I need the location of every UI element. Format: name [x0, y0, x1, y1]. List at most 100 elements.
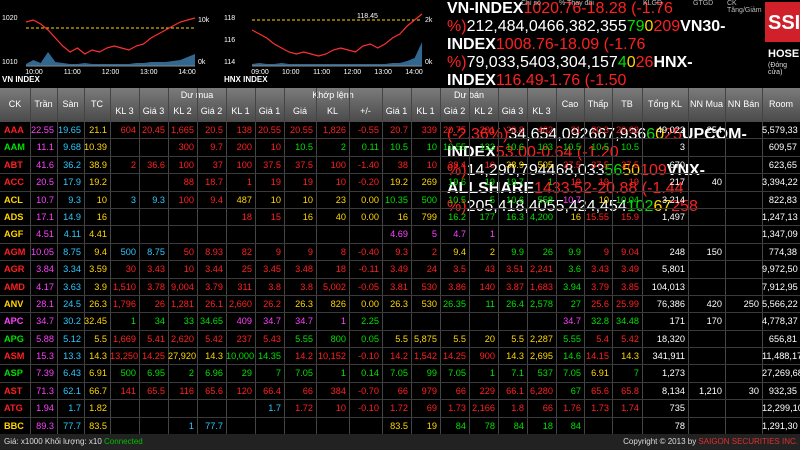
- vn-index-chart: 1020 1010 10k 0k 10:00 11:00 12:00 13:00 14:00 V…: [0, 8, 215, 84]
- cell-low: 6.91: [591, 368, 609, 379]
- cell-sell-price-2: 66: [455, 385, 466, 396]
- hdr-kl2-buy[interactable]: KL 2: [168, 106, 197, 116]
- table-row[interactable]: ACL 10.7 9.3 10 3 9.3 100 9.4 487 10 10 23 0.00 10.35…: [0, 192, 800, 209]
- cell-buy-price-2: 9.4: [210, 194, 223, 205]
- cell-sell-vol-3: 2,578: [530, 298, 553, 309]
- table-row[interactable]: ANV 28.1 24.5 26.3 1,796 26 1,281 26.1 2,660 26.2…: [0, 296, 800, 314]
- hdr-kl3-buy[interactable]: KL 3: [110, 106, 139, 116]
- cell-symbol[interactable]: AMD: [4, 279, 31, 296]
- cell-symbol[interactable]: ACC: [4, 174, 31, 191]
- hdr-nn-mua[interactable]: NN Mua: [688, 99, 725, 109]
- hdr-san[interactable]: Sàn: [57, 99, 84, 109]
- cell-match-vol: 10: [335, 177, 346, 188]
- cell-symbol[interactable]: ABT: [4, 157, 31, 174]
- cell-buy-vol-1: 100: [236, 159, 252, 170]
- cell-buy-price-1: 66.4: [263, 385, 281, 396]
- table-row[interactable]: AGF 4.51 4.11 4.41 4.69 5 4.7 1 1,347,09: [0, 226, 800, 244]
- cell-symbol[interactable]: APC: [4, 313, 31, 330]
- cell-symbol[interactable]: ATG: [4, 400, 31, 417]
- table-row[interactable]: AAM 11.1 9.68 10.39 300 9.7 200 10 10.5 2 0.11 10.5…: [0, 139, 800, 157]
- cell-symbol[interactable]: AAA: [4, 122, 31, 139]
- cell-symbol[interactable]: ADS: [4, 209, 31, 226]
- table-row[interactable]: ABT 41.6 36.2 38.9 2 36.6 100 37 100 37.5 37.5 100 -…: [0, 157, 800, 175]
- cell-room: 1,291,30: [762, 420, 798, 431]
- cell-sell-price-2: 14.25: [443, 351, 466, 362]
- hdr-room[interactable]: Room: [762, 99, 800, 109]
- hdr-gia2-buy[interactable]: Giá 2: [197, 106, 226, 116]
- cell-match-vol: 384: [330, 385, 346, 396]
- cell-ceiling: 10.05: [31, 246, 54, 257]
- hdr-kl2-sell[interactable]: KL 2: [469, 106, 498, 116]
- hdr-tc[interactable]: TC: [84, 99, 110, 109]
- cell-sell-vol-2: 201: [479, 125, 495, 135]
- hdr-kl3-sell[interactable]: KL 3: [527, 106, 556, 116]
- cell-buy-vol-2: 1: [188, 420, 194, 431]
- cell-symbol[interactable]: ASM: [4, 348, 31, 365]
- hdr-gia3-buy[interactable]: Giá 3: [139, 106, 168, 116]
- table-row[interactable]: AMD 4.17 3.63 3.9 1,510 3.78 9,004 3.79 311 3.8 3.…: [0, 279, 800, 296]
- cell-match-vol: 8: [340, 246, 346, 257]
- cell-high: 3.6: [568, 264, 581, 275]
- copyright-text: Copyright © 2013 by: [623, 437, 697, 446]
- cell-high: 9.9: [568, 246, 581, 257]
- cell-buy-vol-2: 50: [183, 246, 194, 257]
- cell-buy-price-1: 15: [270, 211, 281, 222]
- cell-room: 9,972,50: [762, 264, 798, 275]
- cell-match-price: 1.72: [295, 403, 313, 414]
- cell-symbol[interactable]: ASP: [4, 365, 31, 382]
- cell-sell-vol-2: 5: [489, 194, 495, 205]
- hdr-kl1-sell[interactable]: KL 1: [411, 106, 440, 116]
- cell-change: -0.70: [358, 385, 379, 396]
- cell-symbol[interactable]: AGF: [4, 226, 31, 243]
- hdr-kl1-buy[interactable]: KL 1: [226, 106, 255, 116]
- table-row[interactable]: AGR 3.84 3.34 3.59 30 3.43 10 3.44 25 3.45 3.48 18 -…: [0, 261, 800, 279]
- hdr-tong-kl[interactable]: Tổng KL: [642, 99, 688, 109]
- cell-room: 774,38: [768, 246, 797, 257]
- cell-symbol[interactable]: AGM: [4, 244, 31, 261]
- cell-change: 0.11: [361, 142, 379, 153]
- cell-symbol[interactable]: AGR: [4, 261, 31, 278]
- cell-sell-vol-1: 10: [426, 142, 437, 153]
- cell-symbol[interactable]: ANV: [4, 296, 31, 313]
- table-row[interactable]: AAA 22.55 19.65 21.1 604 20.45 1,665 20.5 138 20.…: [0, 122, 800, 140]
- cell-symbol[interactable]: BBC: [4, 418, 31, 435]
- hdr-thap[interactable]: Thấp: [584, 99, 612, 109]
- hdr-tb[interactable]: TB: [612, 99, 642, 109]
- cell-high: 5.55: [563, 333, 581, 344]
- hdr-gia3-sell[interactable]: Giá 3: [498, 106, 527, 116]
- cell-buy-vol-3: 2: [130, 159, 136, 170]
- hdr-ck[interactable]: CK: [0, 99, 30, 109]
- cell-total-volume: 341,911: [652, 351, 685, 362]
- hdr-nn-ban[interactable]: NN Bán: [725, 99, 762, 109]
- hdr-change[interactable]: +/-: [349, 106, 382, 116]
- cell-average: 15.9: [621, 211, 639, 222]
- table-row[interactable]: AGM 10.05 8.75 9.4 500 8.75 50 8.93 82 9 9 8 -0.40 9.…: [0, 244, 800, 262]
- table-row[interactable]: APC 34.7 30.2 32.45 1 34 33 34.65 409 34.7 34.7 1 2.…: [0, 313, 800, 331]
- hdr-gia2-sell[interactable]: Giá 2: [440, 106, 469, 116]
- cell-reference: 38.9: [89, 159, 107, 170]
- cell-symbol[interactable]: APG: [4, 331, 31, 348]
- table-row[interactable]: ATG 1.94 1.7 1.82 1.7 1.72 10 -0.10 1.72 69 1.73 2,…: [0, 400, 800, 418]
- table-row[interactable]: ASP 7.39 6.43 6.91 500 6.95 2 6.96 29 7 7.05 1 0.14 7…: [0, 365, 800, 383]
- cell-buy-vol-3: 1,510: [113, 281, 136, 292]
- hdr-gia1-sell[interactable]: Giá 1: [382, 106, 411, 116]
- table-row[interactable]: BBC 89.3 77.7 83.5 1 77.7 83.5 19 84 78 84 18 84 78 1,…: [0, 418, 800, 436]
- cell-symbol[interactable]: AAM: [4, 139, 31, 156]
- table-row[interactable]: ADS 17.1 14.9 16 18 15 16 40 0.00 16 799 16.2 177 16.…: [0, 209, 800, 227]
- cell-match-vol: 18: [335, 264, 346, 275]
- hdr-gia1-buy[interactable]: Giá 1: [255, 106, 284, 116]
- cell-symbol[interactable]: AST: [4, 383, 31, 400]
- cell-buy-price-2: 34.65: [200, 316, 223, 327]
- table-row[interactable]: APG 5.88 5.12 5.5 1,669 5.41 2,620 5.42 237 5.43 5…: [0, 331, 800, 349]
- cell-change: 0.00: [361, 194, 379, 205]
- hdr-cao[interactable]: Cao: [556, 99, 584, 109]
- table-row[interactable]: ACC 20.5 17.9 19.2 88 18.7 1 19 19 10 -0.20 19.2 269…: [0, 174, 800, 192]
- cell-sell-vol-2: 140: [479, 281, 495, 292]
- table-row[interactable]: ASM 15.3 13.3 14.3 13,250 14.25 27,920 14.3 10,0…: [0, 348, 800, 366]
- cell-sell-price-1: 16: [397, 211, 408, 222]
- table-row[interactable]: AST 71.3 62.1 66.7 141 65.5 116 65.6 120 66.4 66 38…: [0, 383, 800, 401]
- hdr-kl-match[interactable]: KL: [316, 106, 349, 116]
- hdr-tran[interactable]: Trần: [30, 99, 57, 109]
- cell-symbol[interactable]: ACL: [4, 192, 31, 209]
- hdr-gia-match[interactable]: Giá: [284, 106, 316, 116]
